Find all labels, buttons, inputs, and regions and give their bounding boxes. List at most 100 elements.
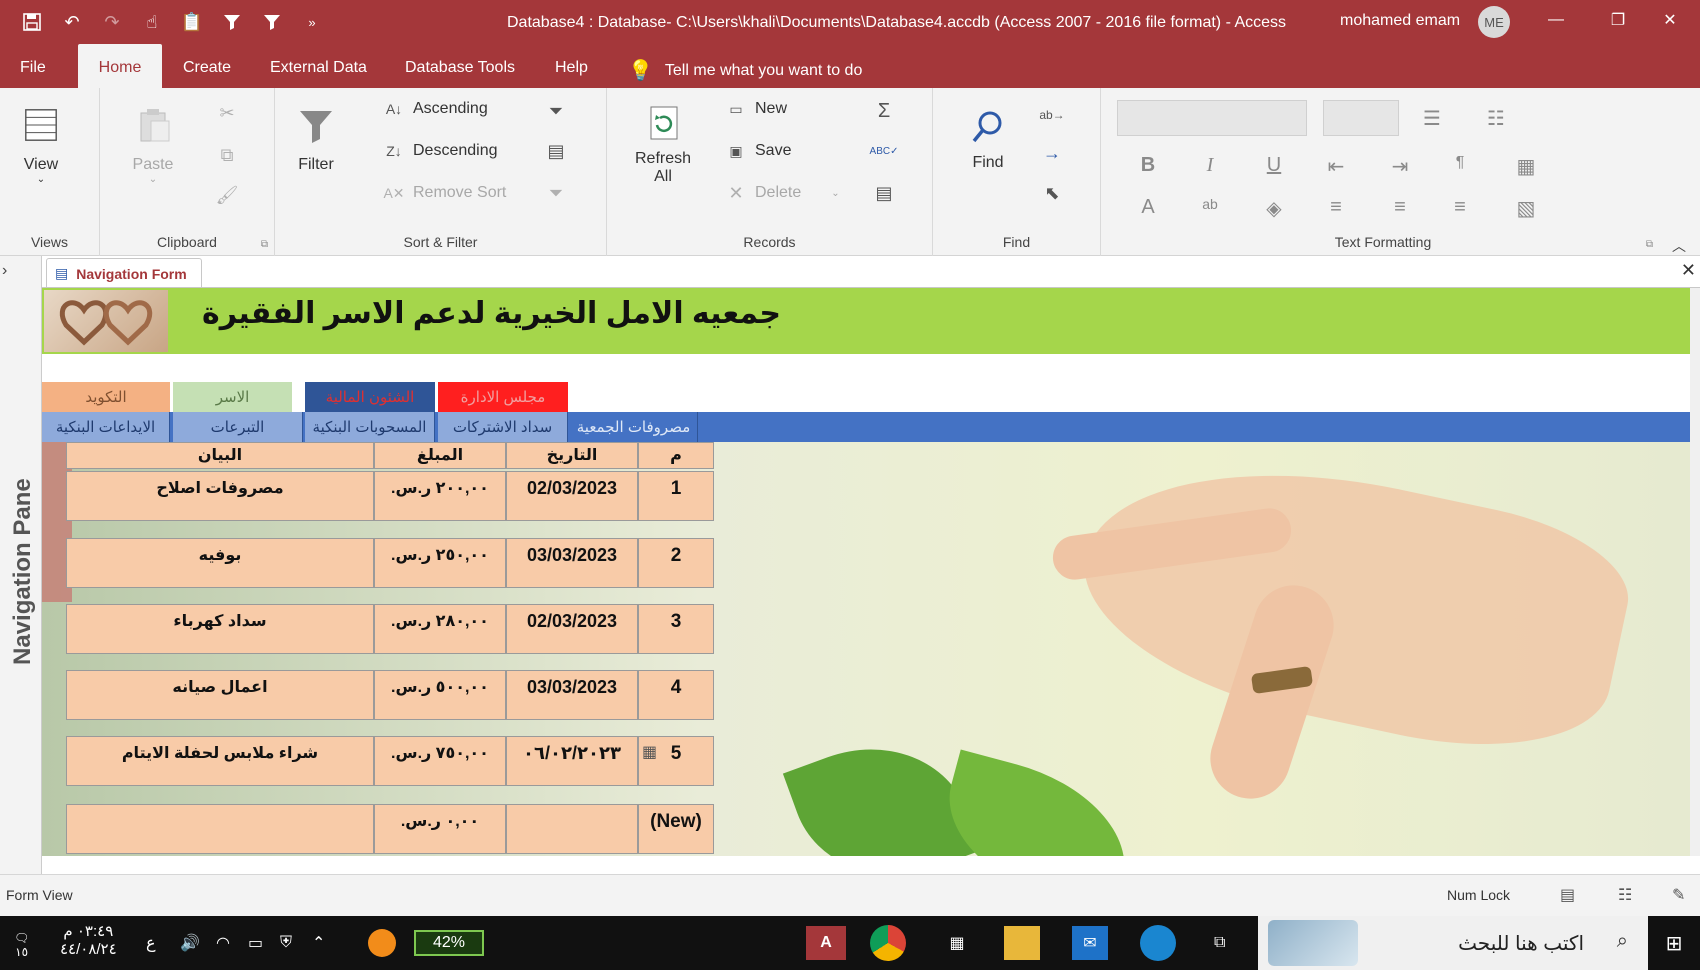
fill-color-icon[interactable]: ◈ [1261,196,1287,221]
view-button[interactable]: View ⌄ [18,102,64,185]
dialog-launcher-icon[interactable]: ⧉ [261,239,268,250]
table-cell-amount[interactable]: ٢٠٠,٠٠ ر.س. [374,471,506,521]
ascending-button[interactable]: A↓ Ascending [383,98,488,120]
select-pointer-icon[interactable]: ⬉ [1041,182,1063,204]
layout-view-icon[interactable]: ☷ [1618,885,1632,905]
mail-icon[interactable]: ✉ [1072,926,1108,960]
document-tab-navigation-form[interactable]: ▤ Navigation Form [46,258,202,288]
numbering-icon[interactable]: ☷ [1483,106,1509,131]
new-record-button[interactable]: ▭ New [725,98,787,120]
tab-help[interactable]: Help [547,44,596,88]
undo-icon[interactable]: ↶ [54,8,90,36]
increase-indent-icon[interactable]: ⇥ [1387,154,1413,179]
design-view-icon[interactable]: ✎ [1672,885,1685,905]
tab-home[interactable]: Home [78,44,162,88]
tell-me-search[interactable]: 💡 Tell me what you want to do [628,58,862,83]
close-document-icon[interactable]: ✕ [1681,260,1696,281]
advanced-filter-icon[interactable]: ▤ [545,140,567,162]
more-commands-icon[interactable]: » [294,8,330,36]
form-view-icon[interactable]: ▤ [1560,885,1575,905]
sub-tab-association-expenses[interactable]: مصروفات الجمعية [570,412,698,442]
table-cell-statement[interactable]: شراء ملابس لحفلة الايتام [66,736,374,786]
task-view-icon[interactable]: ⧉ [1214,926,1225,960]
collapse-ribbon-icon[interactable]: ︿ [1672,236,1686,256]
more-records-icon[interactable]: ▤ [873,182,895,204]
save-icon[interactable] [14,8,50,36]
sub-tab-donations[interactable]: التبرعات [173,412,303,442]
refresh-all-button[interactable]: Refresh All [635,100,691,186]
user-name[interactable]: mohamed emam [1340,12,1460,30]
spelling-icon[interactable]: ABC✓ [870,140,899,162]
app-circle-icon[interactable] [368,929,396,957]
go-to-icon[interactable]: → [1041,142,1063,164]
navigation-pane[interactable]: › Navigation Pane [0,256,42,874]
align-center-icon[interactable]: ≡ [1387,196,1413,219]
remove-sort-button[interactable]: A✕ Remove Sort [383,182,506,204]
table-cell-date[interactable]: 02/03/2023 [506,471,638,521]
close-window-icon[interactable]: ✕ [1640,0,1700,40]
cut-icon[interactable]: ✂ [216,102,238,124]
table-cell-date[interactable] [506,804,638,854]
find-button[interactable]: Find [965,104,1011,172]
volume-icon[interactable]: 🔊 [180,926,200,960]
table-cell-statement[interactable]: اعمال صيانه [66,670,374,720]
table-cell-date[interactable]: 03/03/2023 [506,670,638,720]
taskbar-search[interactable]: اكتب هنا للبحث ⌕ [1258,916,1648,970]
gridlines-icon[interactable]: ▦ [1513,154,1539,179]
replace-icon[interactable]: ab→ [1039,104,1064,126]
access-app-icon[interactable]: A [806,926,846,960]
avatar[interactable]: ME [1478,6,1510,38]
paragraph-direction-icon[interactable]: ¶ [1447,154,1473,172]
filter-icon[interactable] [214,8,250,36]
chevron-right-icon[interactable]: › [2,262,7,280]
sub-tab-bank-withdrawals[interactable]: المسحوبات البنكية [305,412,435,442]
notification-icon[interactable]: 🗨 ١٥ [14,928,29,962]
selection-filter-icon[interactable]: ⏷ [545,100,567,122]
language-indicator[interactable]: ع [146,926,156,960]
italic-icon[interactable]: I [1197,154,1223,177]
nav-button-board[interactable]: مجلس الادارة [438,382,568,412]
totals-sigma-icon[interactable]: Σ [873,100,895,122]
table-cell-statement[interactable]: سداد كهرباء [66,604,374,654]
underline-icon[interactable]: U [1261,154,1287,177]
descending-button[interactable]: Z↓ Descending [383,140,497,162]
dialog-launcher-icon[interactable]: ⧉ [1646,239,1653,250]
tab-database-tools[interactable]: Database Tools [397,44,523,88]
tab-external-data[interactable]: External Data [262,44,375,88]
redo-icon[interactable]: ↷ [94,8,130,36]
nav-button-coding[interactable]: التكويد [42,382,170,412]
align-left-icon[interactable]: ≡ [1323,196,1349,219]
tab-create[interactable]: Create [175,44,239,88]
filter-toggle-icon[interactable] [254,8,290,36]
battery-indicator[interactable]: 42% [414,930,484,956]
alternate-row-color-icon[interactable]: ▧ [1513,196,1539,221]
table-cell-statement[interactable]: بوفيه [66,538,374,588]
wifi-icon[interactable]: ◠ [216,926,230,960]
sub-tab-bank-deposits[interactable]: الايداعات البنكية [42,412,170,442]
chevron-up-icon[interactable]: ⌃ [312,926,325,960]
decrease-indent-icon[interactable]: ⇤ [1323,154,1349,179]
security-shield-icon[interactable]: ⛨ [280,926,292,960]
filter-button[interactable]: Filter [293,104,339,174]
clipboard-icon[interactable]: 📋 [174,8,210,36]
font-name-combo[interactable] [1117,100,1307,136]
delete-record-button[interactable]: ✕ Delete ⌄ [725,182,839,204]
format-painter-icon[interactable]: 🖌 [216,184,239,206]
vertical-scrollbar[interactable] [1690,288,1700,856]
bold-icon[interactable]: B [1135,154,1161,177]
toggle-filter-icon[interactable]: ⏷ [545,182,567,204]
calendar-icon[interactable]: ▦ [642,742,657,762]
store-icon[interactable]: ▦ [940,926,974,960]
windows-start-icon[interactable]: ⊞ [1656,926,1692,960]
chrome-icon[interactable] [870,925,906,961]
highlight-icon[interactable]: ab [1197,196,1223,212]
edge-icon[interactable] [1140,925,1176,961]
align-right-icon[interactable]: ≡ [1447,196,1473,219]
table-cell-amount[interactable]: ٧٥٠,٠٠ ر.س. [374,736,506,786]
table-cell-amount[interactable]: ٢٥٠,٠٠ ر.س. [374,538,506,588]
touch-mode-icon[interactable]: ☝ [134,8,170,36]
bullets-icon[interactable]: ☰ [1419,106,1445,131]
table-cell-date[interactable]: 02/03/2023 [506,604,638,654]
font-color-icon[interactable]: A [1135,196,1161,219]
table-cell-statement[interactable]: مصروفات اصلاح [66,471,374,521]
